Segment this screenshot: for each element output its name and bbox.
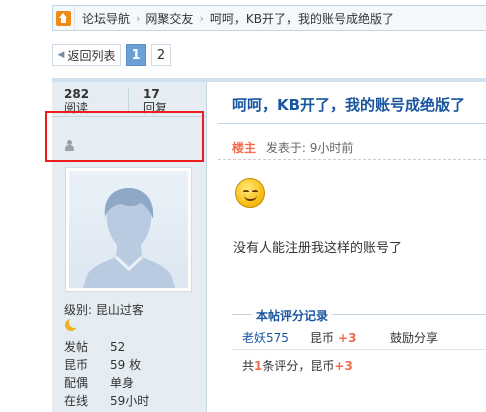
rating-kind-label: 昆币 <box>310 331 335 345</box>
post-author-line: 楼主 发表于: 9小时前 <box>232 139 353 156</box>
rating-kind: 昆币 +3 <box>310 329 390 346</box>
info-value: 59 枚 <box>110 358 142 372</box>
default-avatar-image <box>69 171 188 288</box>
smiley-emoticon-icon <box>235 178 265 208</box>
rating-record-box: 本帖评分记录 老妖575 昆币 +3 鼓励分享 共1条评分，昆币+3 <box>232 307 486 378</box>
page-1-button[interactable]: 1 <box>126 44 146 66</box>
author-badge: 楼主 <box>232 141 257 155</box>
breadcrumb: 论坛导航 › 网聚交友 › 呵呵，KB开了，我的账号成绝版了 <box>52 5 486 31</box>
rating-summary-prefix: 共 <box>242 359 255 373</box>
moon-rank-icon <box>64 317 80 332</box>
rating-amount: +3 <box>338 331 357 345</box>
rating-row: 老妖575 昆币 +3 鼓励分享 <box>242 329 438 346</box>
home-button[interactable] <box>53 6 75 30</box>
thread-title[interactable]: 呵呵，KB开了，我的账号成绝版了 <box>232 94 465 115</box>
post-content: 没有人能注册我这样的账号了 <box>233 241 403 256</box>
info-key: 昆币 <box>64 358 89 372</box>
rating-header: 本帖评分记录 <box>252 307 333 324</box>
rating-reason: 鼓励分享 <box>390 331 439 345</box>
divider <box>218 123 486 124</box>
highlight-box <box>45 111 204 162</box>
user-info-row: 配偶 单身 <box>64 374 149 392</box>
divider <box>218 159 486 160</box>
breadcrumb-current: 呵呵，KB开了，我的账号成绝版了 <box>209 11 394 26</box>
user-info-row: 在线 59小时 <box>64 392 149 410</box>
info-key: 发帖 <box>64 340 89 354</box>
info-key: 配偶 <box>64 376 89 390</box>
avatar[interactable] <box>65 167 192 292</box>
info-value: 单身 <box>110 376 135 390</box>
info-key: 在线 <box>64 394 89 408</box>
person-silhouette-icon <box>83 188 175 288</box>
back-to-list-label: 返回列表 <box>67 48 116 63</box>
breadcrumb-separator: › <box>136 11 141 25</box>
rating-user-link[interactable]: 老妖575 <box>242 329 310 346</box>
user-level: 级别: 昆山过客 <box>64 303 144 317</box>
rating-summary-mid: 条评分，昆币 <box>262 359 335 373</box>
breadcrumb-item-forum-nav[interactable]: 论坛导航 <box>75 10 130 27</box>
user-info-list: 发帖 52 昆币 59 枚 配偶 单身 在线 59小时 <box>64 338 149 410</box>
rating-summary: 共1条评分，昆币+3 <box>242 357 353 374</box>
replies-count: 17 <box>143 87 160 101</box>
breadcrumb-item-board[interactable]: 网聚交友 <box>140 10 193 27</box>
back-to-list-button[interactable]: ◀ 返回列表 <box>52 44 121 66</box>
user-info-row: 发帖 52 <box>64 338 149 356</box>
info-value[interactable]: 52 <box>110 338 125 356</box>
user-info-row: 昆币 59 枚 <box>64 356 149 374</box>
info-value: 59小时 <box>110 394 150 408</box>
arrow-left-icon: ◀ <box>57 50 65 60</box>
divider <box>232 349 486 350</box>
home-icon <box>56 10 71 26</box>
page-2-button[interactable]: 2 <box>151 44 171 66</box>
breadcrumb-separator: › <box>199 11 204 25</box>
views-count: 282 <box>64 87 90 101</box>
post-time: 发表于: 9小时前 <box>265 141 354 155</box>
rating-summary-amount: +3 <box>334 359 353 373</box>
